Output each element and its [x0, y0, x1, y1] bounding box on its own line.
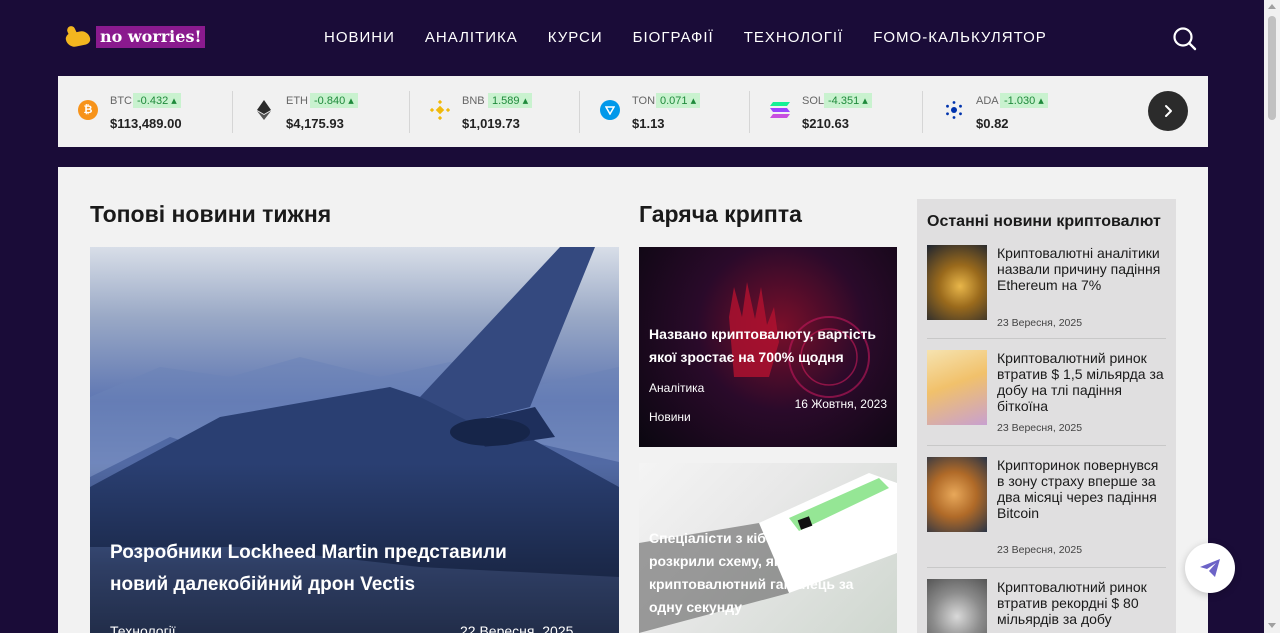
telegram-button[interactable] — [1185, 543, 1235, 593]
search-button[interactable] — [1172, 26, 1198, 52]
divider — [232, 91, 233, 133]
latest-news-date: 23 Вересня, 2025 — [997, 544, 1083, 556]
coin-change: 1.589 ▴ — [488, 93, 533, 108]
site-logo[interactable]: no worries! — [64, 24, 206, 49]
coin-symbol: SOL — [802, 95, 825, 107]
latest-news-date: 23 Вересня, 2025 — [997, 422, 1083, 434]
article-thumbnail — [927, 350, 987, 425]
coin-price: $210.63 — [802, 116, 849, 131]
ticker-next-button[interactable] — [1148, 91, 1188, 131]
site-header: no worries! НОВИНИ АНАЛІТИКА КУРСИ БІОГР… — [0, 0, 1264, 76]
search-icon — [1173, 27, 1197, 51]
scroll-up-arrow-icon[interactable] — [1268, 4, 1276, 9]
article-thumbnail — [927, 579, 987, 633]
coin-change: -4.351 ▴ — [824, 93, 872, 108]
divider — [922, 91, 923, 133]
hero-title[interactable]: Розробники Lockheed Martin представили н… — [110, 537, 570, 601]
nav-item-analytics[interactable]: АНАЛІТИКА — [425, 28, 518, 48]
coin-price: $113,489.00 — [110, 116, 182, 131]
coin-change: -1.030 ▴ — [1000, 93, 1048, 108]
nav-item-biographies[interactable]: БІОГРАФІЇ — [633, 28, 714, 48]
solana-icon — [770, 100, 790, 120]
divider — [927, 567, 1166, 568]
coin-symbol: TON — [632, 95, 656, 107]
ticker-item-sol[interactable]: SOL -4.351 ▴ $210.63 — [770, 91, 920, 133]
hot-article-title[interactable]: Спеціалісти з кібербезпеки розкрили схем… — [649, 527, 889, 619]
page-scrollbar[interactable] — [1264, 0, 1280, 633]
coin-price: $4,175.93 — [286, 116, 344, 131]
divider — [409, 91, 410, 133]
ton-icon — [600, 100, 620, 120]
bitcoin-icon: ₿ — [78, 100, 98, 120]
chevron-right-icon — [1165, 105, 1172, 117]
coin-change: -0.432 ▴ — [133, 93, 181, 108]
latest-news-title[interactable]: Криптовалютні аналітики назвали причину … — [997, 245, 1165, 293]
ticker-item-eth[interactable]: ETH -0.840 ▴ $4,175.93 — [254, 91, 404, 133]
top-news-heading: Топові новини тижня — [90, 201, 332, 227]
latest-news-item[interactable]: Крипторинок повернувся в зону страху впе… — [927, 457, 1166, 556]
hot-article-date: 16 Жовтня, 2023 — [794, 397, 887, 411]
latest-news-heading: Останні новини криптовалют — [927, 213, 1161, 230]
hot-article-category[interactable]: Аналітика — [649, 381, 704, 395]
coin-symbol: BTC — [110, 95, 132, 107]
hero-article[interactable]: Розробники Lockheed Martin представили н… — [90, 247, 619, 633]
article-thumbnail — [927, 457, 987, 532]
nav-item-technologies[interactable]: ТЕХНОЛОГІЇ — [744, 28, 843, 48]
coin-symbol: BNB — [462, 95, 485, 107]
divider — [927, 445, 1166, 446]
hot-article-category-2[interactable]: Новини — [649, 410, 691, 424]
crypto-ticker: ₿ BTC -0.432 ▴ $113,489.00 ETH -0.840 ▴ … — [58, 76, 1208, 147]
latest-news-title[interactable]: Криптовалютний ринок втратив $ 1,5 мілья… — [997, 350, 1165, 414]
coin-price: $1,019.73 — [462, 116, 520, 131]
ticker-item-btc[interactable]: ₿ BTC -0.432 ▴ $113,489.00 — [78, 91, 228, 133]
bnb-icon — [430, 100, 450, 120]
ticker-item-ada[interactable]: ADA -1.030 ▴ $0.82 — [944, 91, 1094, 133]
hot-article-title[interactable]: Названо криптовалюту, вартість якої зрос… — [649, 323, 889, 369]
hot-article-card[interactable]: Названо криптовалюту, вартість якої зрос… — [639, 247, 897, 447]
latest-news-title[interactable]: Криптовалютний ринок втратив рекордні $ … — [997, 579, 1165, 627]
hero-category[interactable]: Технології — [110, 623, 176, 633]
latest-news-sidebar: Останні новини криптовалют Криптовалютні… — [917, 199, 1176, 633]
hot-crypto-heading: Гаряча крипта — [639, 201, 802, 227]
ticker-item-ton[interactable]: TON 0.071 ▴ $1.13 — [600, 91, 750, 133]
main-content: Топові новини тижня Розробники Lockheed … — [58, 167, 1208, 633]
divider — [579, 91, 580, 133]
logo-text: no worries! — [96, 26, 206, 48]
coin-change: -0.840 ▴ — [310, 93, 358, 108]
telegram-icon — [1200, 559, 1220, 577]
nav-item-news[interactable]: НОВИНИ — [324, 28, 395, 48]
ticker-item-bnb[interactable]: BNB 1.589 ▴ $1,019.73 — [430, 91, 580, 133]
ethereum-icon — [254, 100, 274, 120]
scroll-thumb[interactable] — [1268, 16, 1276, 120]
divider — [749, 91, 750, 133]
latest-news-date: 23 Вересня, 2025 — [997, 317, 1083, 329]
article-thumbnail — [927, 245, 987, 320]
scroll-down-arrow-icon[interactable] — [1268, 623, 1276, 628]
latest-news-item[interactable]: Криптовалютний ринок втратив рекордні $ … — [927, 579, 1166, 633]
cardano-icon — [944, 100, 964, 120]
nav-item-rates[interactable]: КУРСИ — [548, 28, 603, 48]
divider — [927, 338, 1166, 339]
nav-item-fomo-calculator[interactable]: FOMO-КАЛЬКУЛЯТОР — [873, 28, 1047, 48]
coin-change: 0.071 ▴ — [656, 93, 701, 108]
coin-symbol: ETH — [286, 95, 308, 107]
coin-symbol: ADA — [976, 95, 999, 107]
thumbs-up-icon — [64, 24, 94, 49]
hot-article-card[interactable]: Спеціалісти з кібербезпеки розкрили схем… — [639, 463, 897, 633]
coin-price: $1.13 — [632, 116, 665, 131]
latest-news-item[interactable]: Криптовалютний ринок втратив $ 1,5 мілья… — [927, 350, 1166, 440]
main-nav: НОВИНИ АНАЛІТИКА КУРСИ БІОГРАФІЇ ТЕХНОЛО… — [324, 28, 1077, 48]
latest-news-title[interactable]: Крипторинок повернувся в зону страху впе… — [997, 457, 1165, 521]
hero-date: 22 Вересня, 2025 — [460, 623, 574, 633]
coin-price: $0.82 — [976, 116, 1009, 131]
latest-news-item[interactable]: Криптовалютні аналітики назвали причину … — [927, 245, 1166, 335]
